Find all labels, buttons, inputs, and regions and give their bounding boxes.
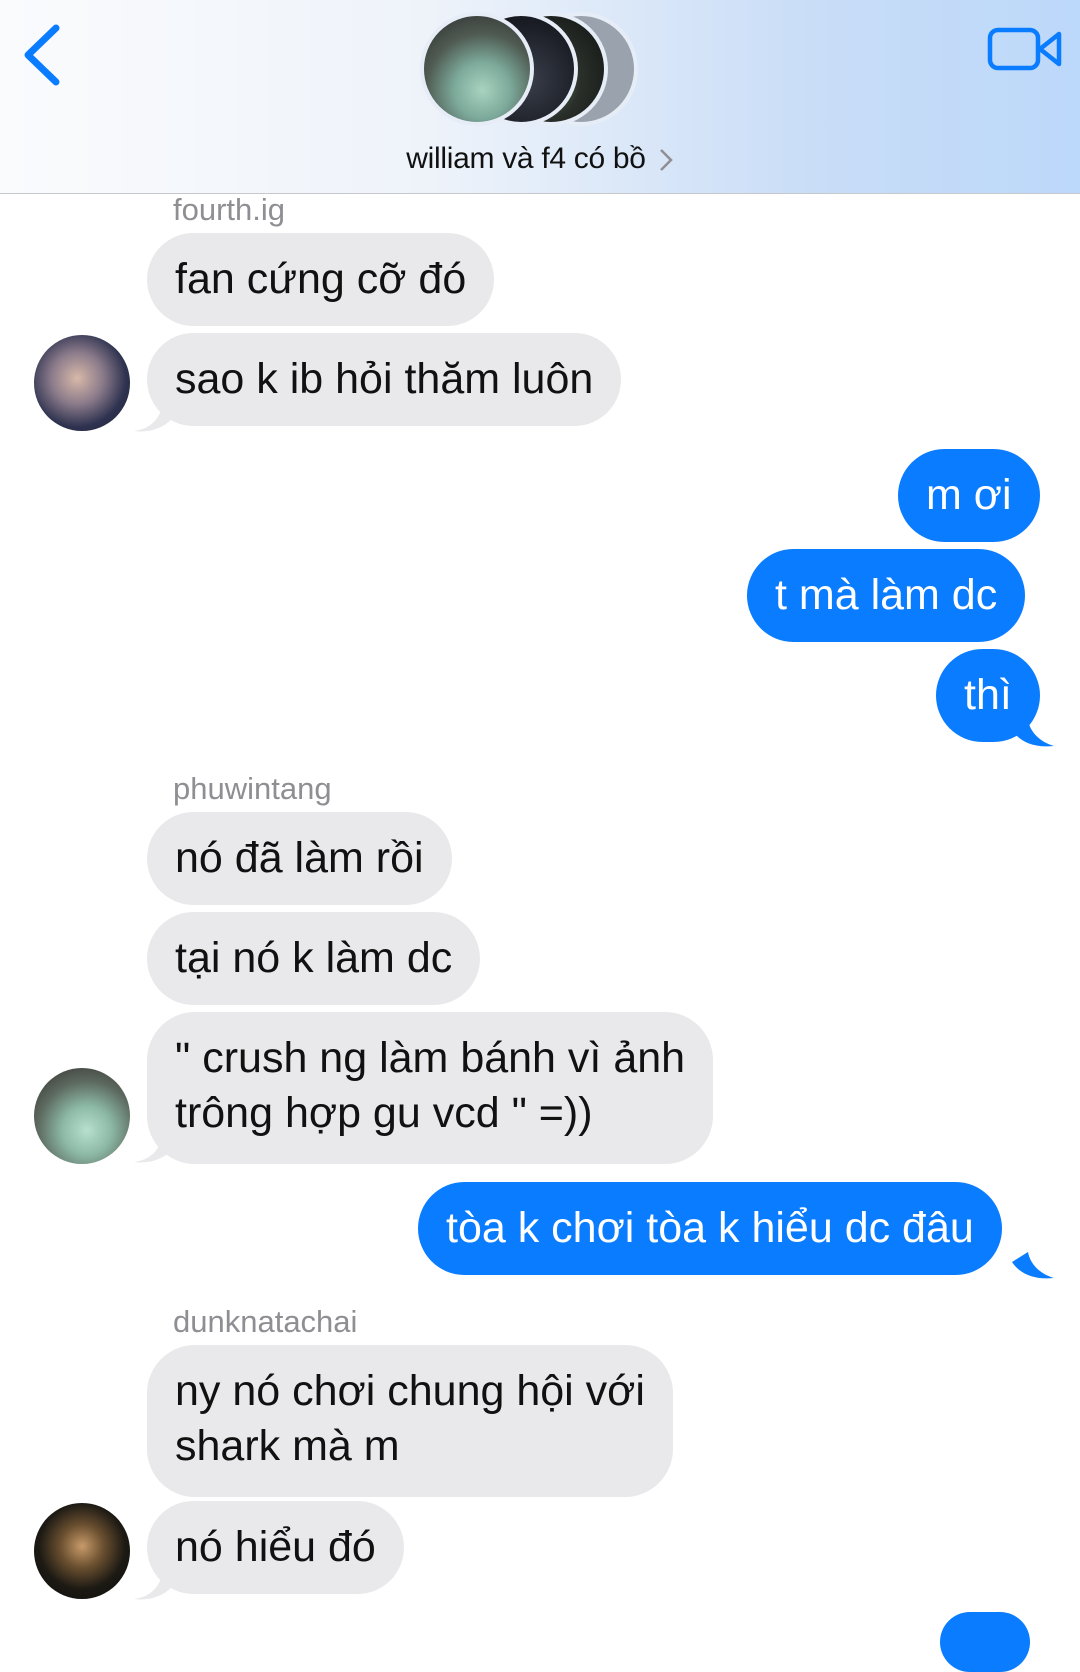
outgoing-message-partial[interactable]	[940, 1612, 1030, 1672]
sender-name: phuwintang	[173, 771, 332, 806]
chevron-right-icon	[659, 149, 673, 171]
incoming-message[interactable]: fan cứng cỡ đó	[147, 233, 495, 326]
outgoing-message[interactable]: m ơi	[898, 449, 1040, 542]
bubble-tail	[1012, 720, 1054, 747]
sender-avatar[interactable]	[34, 1503, 130, 1599]
video-call-button[interactable]	[984, 18, 1064, 78]
group-avatar-1	[420, 12, 534, 126]
incoming-message[interactable]: tại nó k làm dc	[147, 912, 481, 1005]
outgoing-message[interactable]: tòa k chơi tòa k hiểu dc đâu	[418, 1182, 1002, 1275]
incoming-message[interactable]: " crush ng làm bánh vì ảnh trông hợp gu …	[147, 1012, 714, 1164]
outgoing-message[interactable]: t mà làm dc	[747, 549, 1026, 642]
group-title-text: william và f4 có bồ	[406, 142, 646, 175]
message-line: trông hợp gu vcd " =))	[175, 1089, 593, 1137]
message-line: ny nó chơi chung hội với	[175, 1367, 645, 1415]
sender-avatar[interactable]	[34, 335, 130, 431]
incoming-message[interactable]: nó đã làm rồi	[147, 812, 452, 905]
sender-name: fourth.ig	[173, 192, 286, 227]
chevron-left-icon	[24, 24, 60, 86]
group-title[interactable]: william và f4 có bồ	[0, 142, 1080, 176]
incoming-message[interactable]: ny nó chơi chung hội với shark mà m	[147, 1345, 673, 1497]
incoming-message[interactable]: sao k ib hỏi thăm luôn	[147, 333, 622, 426]
incoming-message[interactable]: nó hiểu đó	[147, 1501, 404, 1594]
sender-avatar[interactable]	[34, 1068, 130, 1164]
back-button[interactable]	[16, 20, 76, 90]
bubble-tail	[134, 405, 172, 432]
bubble-tail	[134, 1573, 172, 1600]
message-line: " crush ng làm bánh vì ảnh	[175, 1034, 686, 1082]
message-line: shark mà m	[175, 1422, 400, 1470]
conversation-header: william và f4 có bồ	[0, 0, 1080, 194]
sender-name: dunknatachai	[173, 1304, 358, 1339]
group-avatar-stack[interactable]	[420, 12, 670, 130]
bubble-tail	[134, 1136, 172, 1163]
video-camera-icon	[987, 27, 1062, 71]
bubble-tail	[1012, 1252, 1054, 1279]
